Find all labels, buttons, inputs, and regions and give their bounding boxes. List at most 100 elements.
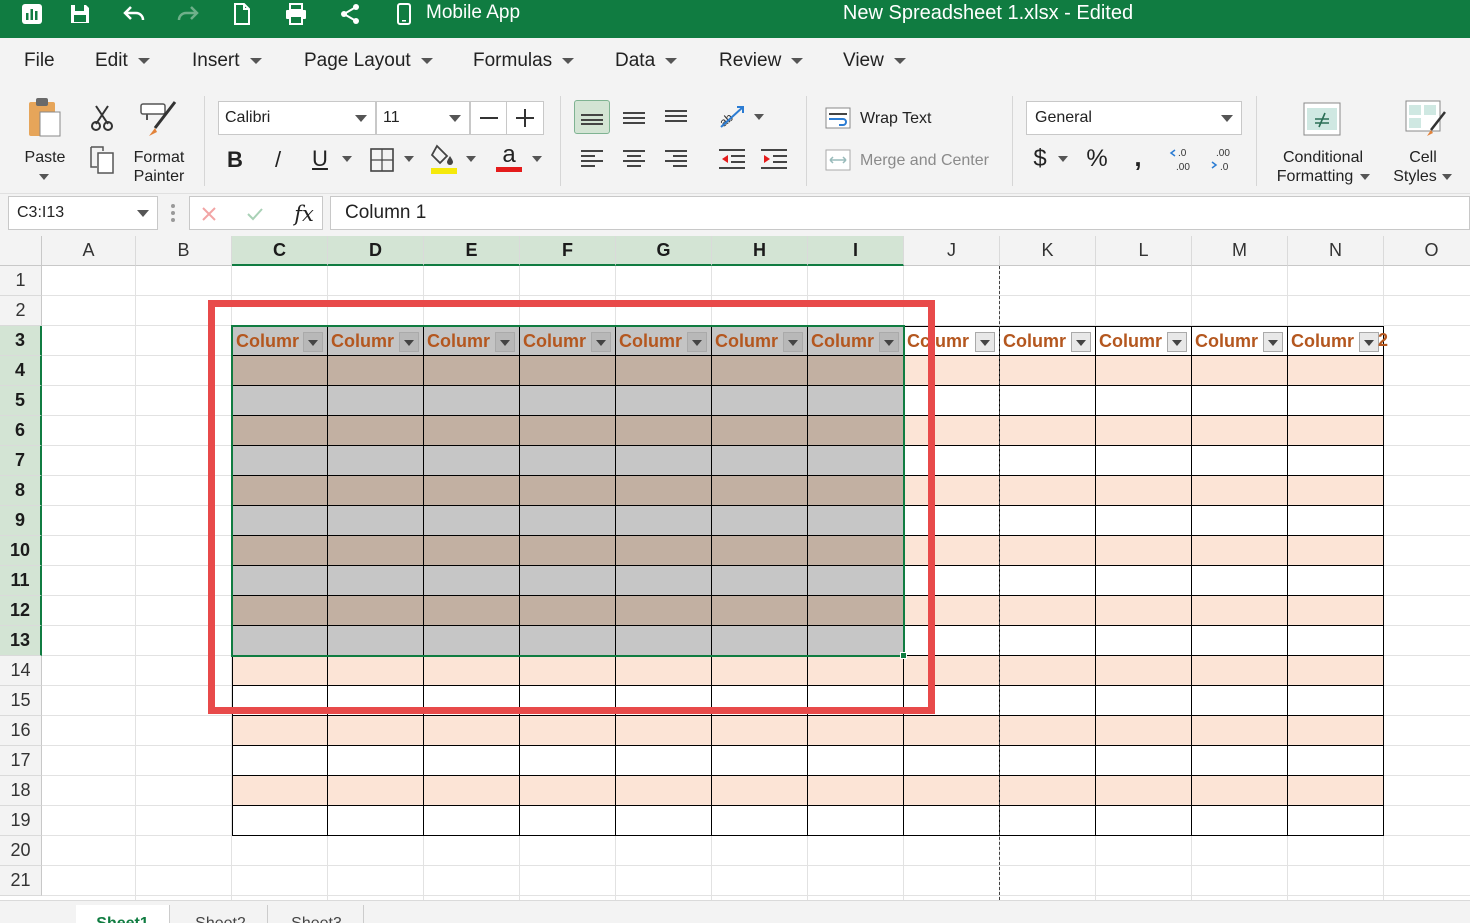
- table-cell[interactable]: [1192, 356, 1288, 386]
- table-cell[interactable]: [1288, 716, 1384, 746]
- row-header-6[interactable]: 6: [0, 416, 42, 446]
- table-cell[interactable]: [1096, 446, 1192, 476]
- table-cell[interactable]: [1000, 806, 1096, 836]
- menu-file[interactable]: File: [24, 50, 55, 72]
- format-painter-icon[interactable]: [138, 98, 180, 138]
- wrap-text-icon[interactable]: [824, 104, 852, 132]
- table-cell[interactable]: [1000, 386, 1096, 416]
- table-header-cell[interactable]: Columr: [1096, 326, 1192, 356]
- share-icon[interactable]: [332, 0, 368, 28]
- insert-function-button[interactable]: fx: [290, 201, 318, 227]
- column-header-n[interactable]: N: [1288, 236, 1384, 266]
- comma-style-button[interactable]: ,: [1128, 142, 1148, 172]
- table-cell[interactable]: [1000, 536, 1096, 566]
- table-cell[interactable]: [712, 806, 808, 836]
- table-cell[interactable]: [1288, 356, 1384, 386]
- table-cell[interactable]: [1000, 776, 1096, 806]
- table-cell[interactable]: [1000, 476, 1096, 506]
- text-orientation-icon[interactable]: ab: [714, 98, 750, 134]
- table-cell[interactable]: [424, 746, 520, 776]
- row-header-10[interactable]: 10: [0, 536, 42, 566]
- table-header-cell[interactable]: Columr: [1000, 326, 1096, 356]
- table-cell[interactable]: [1000, 746, 1096, 776]
- italic-button[interactable]: /: [266, 146, 290, 174]
- underline-button[interactable]: U: [308, 144, 332, 174]
- table-cell[interactable]: [1192, 476, 1288, 506]
- table-cell[interactable]: [1288, 626, 1384, 656]
- chevron-down-icon[interactable]: [532, 156, 542, 162]
- menu-edit[interactable]: Edit: [95, 50, 150, 72]
- currency-button[interactable]: $: [1028, 144, 1052, 174]
- table-cell[interactable]: [1288, 476, 1384, 506]
- name-box[interactable]: C3:I13: [8, 196, 158, 230]
- menu-data[interactable]: Data: [615, 50, 678, 72]
- align-middle-button[interactable]: [616, 100, 652, 134]
- column-header-a[interactable]: A: [42, 236, 136, 266]
- table-cell[interactable]: [1000, 716, 1096, 746]
- table-cell[interactable]: [1096, 746, 1192, 776]
- table-cell[interactable]: [1096, 596, 1192, 626]
- font-color-icon[interactable]: a: [494, 140, 524, 176]
- row-header-20[interactable]: 20: [0, 836, 42, 866]
- table-cell[interactable]: [1096, 626, 1192, 656]
- undo-icon[interactable]: [116, 0, 152, 28]
- table-cell[interactable]: [1192, 566, 1288, 596]
- table-cell[interactable]: [616, 806, 712, 836]
- table-cell[interactable]: [1288, 776, 1384, 806]
- table-cell[interactable]: [232, 776, 328, 806]
- format-painter-label[interactable]: Format Painter: [126, 148, 192, 186]
- table-cell[interactable]: [424, 776, 520, 806]
- table-cell[interactable]: [1192, 686, 1288, 716]
- column-header-b[interactable]: B: [136, 236, 232, 266]
- table-cell[interactable]: [328, 806, 424, 836]
- cell-styles-label[interactable]: Cell Styles: [1392, 148, 1454, 186]
- mobile-icon[interactable]: [386, 0, 422, 28]
- table-cell[interactable]: [1096, 716, 1192, 746]
- table-header-cell[interactable]: Columr: [1288, 326, 1384, 356]
- table-cell[interactable]: [1096, 386, 1192, 416]
- chevron-down-icon[interactable]: [1442, 174, 1452, 180]
- table-cell[interactable]: [1000, 416, 1096, 446]
- row-header-7[interactable]: 7: [0, 446, 42, 476]
- menu-formulas[interactable]: Formulas: [473, 50, 575, 72]
- table-cell[interactable]: [904, 806, 1000, 836]
- table-cell[interactable]: [1000, 356, 1096, 386]
- increase-decimal-icon[interactable]: .0.00: [1168, 144, 1196, 174]
- table-cell[interactable]: [1192, 596, 1288, 626]
- decrease-decimal-icon[interactable]: .00.0: [1208, 144, 1236, 174]
- row-header-8[interactable]: 8: [0, 476, 42, 506]
- align-center-button[interactable]: [616, 142, 652, 176]
- chevron-down-icon[interactable]: [466, 156, 476, 162]
- table-cell[interactable]: [1096, 656, 1192, 686]
- table-cell[interactable]: [1000, 656, 1096, 686]
- table-cell[interactable]: [712, 776, 808, 806]
- filter-dropdown-icon[interactable]: [1071, 332, 1091, 352]
- table-cell[interactable]: [1096, 506, 1192, 536]
- chevron-down-icon[interactable]: [754, 114, 764, 120]
- table-cell[interactable]: [904, 716, 1000, 746]
- chevron-down-icon[interactable]: [1058, 156, 1068, 162]
- table-cell[interactable]: [1288, 806, 1384, 836]
- table-cell[interactable]: [232, 806, 328, 836]
- table-cell[interactable]: [520, 806, 616, 836]
- table-cell[interactable]: [1288, 566, 1384, 596]
- save-icon[interactable]: [62, 0, 98, 28]
- mobile-app-label[interactable]: Mobile App: [426, 2, 520, 24]
- column-header-k[interactable]: K: [1000, 236, 1096, 266]
- table-cell[interactable]: [1288, 686, 1384, 716]
- font-size-select[interactable]: 11: [376, 101, 470, 135]
- table-cell[interactable]: [232, 746, 328, 776]
- confirm-icon[interactable]: [244, 203, 266, 225]
- align-top-button[interactable]: [658, 100, 694, 134]
- row-header-13[interactable]: 13: [0, 626, 42, 656]
- table-cell[interactable]: [1000, 596, 1096, 626]
- table-cell[interactable]: [808, 806, 904, 836]
- menu-view[interactable]: View: [843, 50, 906, 72]
- grip-icon[interactable]: [168, 202, 178, 224]
- table-cell[interactable]: [1192, 506, 1288, 536]
- table-cell[interactable]: [424, 716, 520, 746]
- table-cell[interactable]: [1000, 686, 1096, 716]
- table-cell[interactable]: [616, 746, 712, 776]
- chevron-down-icon[interactable]: [39, 174, 49, 180]
- column-header-g[interactable]: G: [616, 236, 712, 266]
